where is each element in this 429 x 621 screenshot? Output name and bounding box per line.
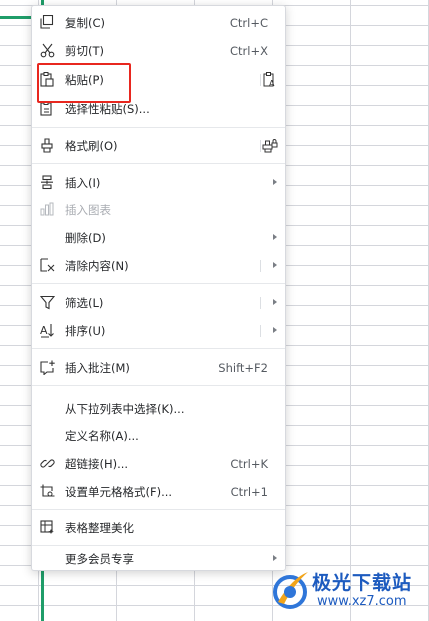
menu-item-label: 插入批注(M) [65,360,130,375]
watermark-url: www.xz7.com [317,594,407,609]
menu-item-label: 超链接(H)... [65,456,129,471]
submenu-arrow-icon [273,234,277,240]
menu-item-insert-comment[interactable]: 插入批注(M) Shift+F2 [32,354,285,381]
menu-item-more-member[interactable]: 更多会员专享 [32,545,285,572]
menu-item-shortcut: Ctrl+C [229,15,268,30]
scissors-icon [38,41,56,59]
menu-separator [32,283,285,284]
menu-item-label: 剪切(T) [65,43,104,58]
watermark-title: 极光下载站 [312,572,413,594]
menu-item-filter[interactable]: 筛选(L) [32,289,285,316]
chart-icon [38,200,56,218]
menu-separator [32,348,285,349]
sort-icon: A [38,321,56,339]
filter-icon [38,293,56,311]
menu-item-cut[interactable]: 剪切(T) Ctrl+X [32,37,285,64]
menu-item-label: 删除(D) [65,230,106,245]
menu-item-shortcut: Shift+F2 [218,360,268,375]
menu-item-divider [260,297,261,309]
menu-item-label: 定义名称(A)... [65,428,139,443]
menu-item-format-painter[interactable]: 格式刷(O) [32,132,285,159]
menu-item-label: 复制(C) [65,15,106,30]
menu-item-label: 清除内容(N) [65,258,129,273]
submenu-arrow-icon [273,555,277,561]
menu-item-label: 插入图表 [65,202,111,217]
menu-separator [32,127,285,128]
menu-item-delete[interactable]: 删除(D) [32,224,285,251]
watermark: 极光下载站 www.xz7.com [270,566,425,616]
menu-item-pick-from-list[interactable]: 从下拉列表中选择(K)... [32,395,285,422]
link-icon [38,454,56,472]
menu-separator [32,163,285,164]
menu-item-shortcut: Ctrl+1 [230,484,268,499]
submenu-arrow-icon [273,327,277,333]
menu-item-copy[interactable]: 复制(C) Ctrl+C [32,9,285,36]
menu-item-clear-content[interactable]: 清除内容(N) [32,252,285,279]
menu-item-insert[interactable]: 插入(I) [32,169,285,196]
menu-item-label: 表格整理美化 [65,520,134,535]
table-beautify-icon [38,518,56,536]
menu-item-define-name[interactable]: 定义名称(A)... [32,422,285,449]
format-painter-icon [38,136,56,154]
menu-item-table-beautify[interactable]: 表格整理美化 [32,514,285,541]
menu-item-shortcut: Ctrl+K [230,456,268,471]
watermark-logo-icon [273,572,308,609]
menu-item-sort[interactable]: A 排序(U) [32,317,285,344]
menu-separator [32,509,285,510]
format-painter-lock-icon[interactable] [261,136,279,154]
submenu-arrow-icon [273,299,277,305]
menu-item-label: 格式刷(O) [65,138,118,153]
menu-item-label: 更多会员专享 [65,551,134,566]
paste-text-icon[interactable]: A [261,70,279,88]
insert-icon [38,173,56,191]
svg-text:A: A [40,324,48,337]
cell-format-icon [38,482,56,500]
menu-item-divider [260,325,261,337]
menu-item-hyperlink[interactable]: 超链接(H)... Ctrl+K [32,450,285,477]
clear-content-icon [38,256,56,274]
copy-icon [38,13,56,31]
menu-item-label: 筛选(L) [65,295,104,310]
svg-text:A: A [269,79,275,87]
menu-item-divider [260,260,261,272]
menu-separator [32,385,285,386]
menu-item-label: 插入(I) [65,175,101,190]
submenu-arrow-icon [273,262,277,268]
menu-item-format-cells[interactable]: 设置单元格格式(F)... Ctrl+1 [32,478,285,505]
menu-item-shortcut: Ctrl+X [230,43,268,58]
menu-item-label: 设置单元格格式(F)... [65,484,173,499]
submenu-arrow-icon [273,179,277,185]
menu-item-insert-chart[interactable]: 插入图表 [32,196,285,223]
menu-item-label: 排序(U) [65,323,106,338]
comment-icon [38,358,56,376]
paste-highlight-box [37,63,131,103]
menu-item-label: 从下拉列表中选择(K)... [65,401,185,416]
